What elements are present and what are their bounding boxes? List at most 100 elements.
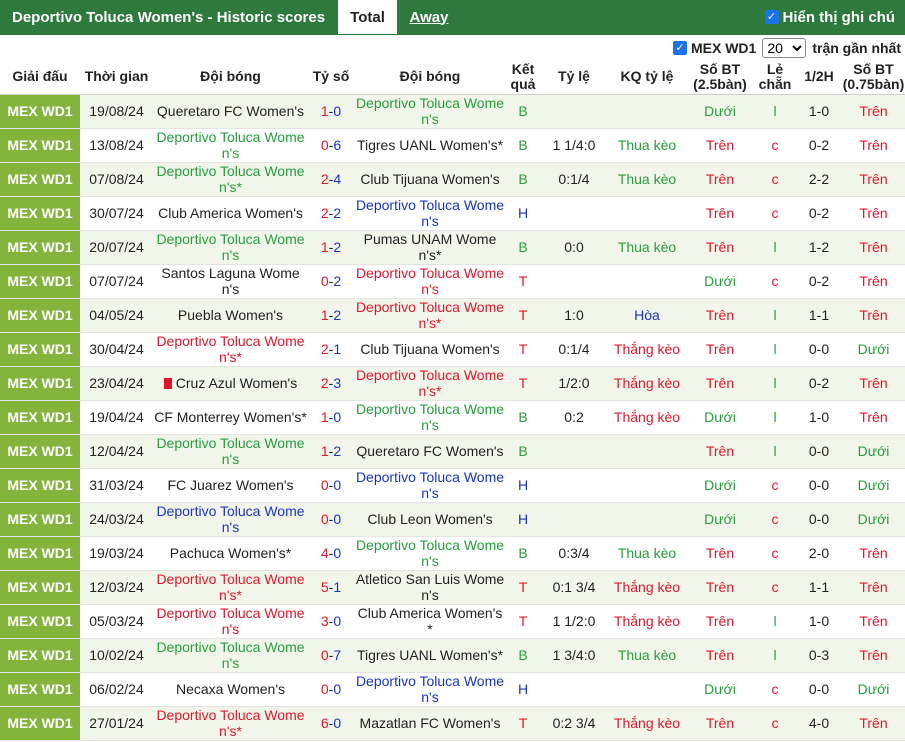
- away-team-cell[interactable]: Deportivo Toluca Women's: [354, 94, 506, 129]
- score-cell[interactable]: 2-2: [308, 196, 354, 231]
- league-cell[interactable]: MEX WD1: [0, 196, 80, 231]
- home-team-cell[interactable]: Club America Women's: [153, 196, 308, 231]
- away-team-cell[interactable]: Pumas UNAM Women's*: [354, 230, 506, 265]
- league-cell[interactable]: MEX WD1: [0, 332, 80, 367]
- table-row[interactable]: MEX WD1 12/04/24 Deportivo Toluca Women's 1…: [0, 434, 905, 469]
- league-cell[interactable]: MEX WD1: [0, 298, 80, 333]
- home-team-name[interactable]: Deportivo Toluca Women's*: [156, 333, 304, 365]
- home-team-cell[interactable]: Puebla Women's: [153, 298, 308, 333]
- table-row[interactable]: MEX WD1 19/08/24 Queretaro FC Women's 1-0 De…: [0, 94, 905, 129]
- away-team-cell[interactable]: Club Tijuana Women's: [354, 332, 506, 367]
- table-row[interactable]: MEX WD1 19/04/24 CF Monterrey Women's* 1-0 D…: [0, 400, 905, 435]
- home-team-cell[interactable]: Deportivo Toluca Women's: [153, 604, 308, 639]
- away-team-cell[interactable]: Deportivo Toluca Women's*: [354, 298, 506, 333]
- show-notes-toggle[interactable]: ✓ Hiển thị ghi chú: [764, 0, 895, 34]
- table-row[interactable]: MEX WD1 19/03/24 Pachuca Women's* 4-0 Deport…: [0, 536, 905, 571]
- away-team-cell[interactable]: Mazatlan FC Women's: [354, 706, 506, 741]
- home-team-name[interactable]: Deportivo Toluca Women's*: [156, 571, 304, 603]
- table-row[interactable]: MEX WD1 12/03/24 Deportivo Toluca Women's*…: [0, 570, 905, 605]
- home-team-name[interactable]: Deportivo Toluca Women's: [156, 129, 304, 161]
- league-cell[interactable]: MEX WD1: [0, 604, 80, 639]
- table-row[interactable]: MEX WD1 23/04/24 Cruz Azul Women's 2-3 Depor…: [0, 366, 905, 401]
- away-team-cell[interactable]: Tigres UANL Women's*: [354, 638, 506, 673]
- away-team-cell[interactable]: Deportivo Toluca Women's: [354, 400, 506, 435]
- table-row[interactable]: MEX WD1 30/04/24 Deportivo Toluca Women's*…: [0, 332, 905, 367]
- league-cell[interactable]: MEX WD1: [0, 706, 80, 741]
- away-team-cell[interactable]: Deportivo Toluca Women's: [354, 264, 506, 299]
- checkbox-checked-icon[interactable]: ✓: [764, 10, 779, 24]
- league-cell[interactable]: MEX WD1: [0, 366, 80, 401]
- home-team-name[interactable]: Deportivo Toluca Women's: [156, 435, 304, 467]
- score-cell[interactable]: 3-0: [308, 604, 354, 639]
- away-team-cell[interactable]: Queretaro FC Women's: [354, 434, 506, 469]
- home-team-cell[interactable]: Pachuca Women's*: [153, 536, 308, 571]
- home-team-name[interactable]: Deportivo Toluca Women's: [156, 605, 304, 637]
- league-cell[interactable]: MEX WD1: [0, 400, 80, 435]
- table-row[interactable]: MEX WD1 04/05/24 Puebla Women's 1-2 Deportiv…: [0, 298, 905, 333]
- score-cell[interactable]: 1-0: [308, 94, 354, 129]
- score-cell[interactable]: 1-2: [308, 298, 354, 333]
- table-row[interactable]: MEX WD1 10/02/24 Deportivo Toluca Women's 0…: [0, 638, 905, 673]
- score-cell[interactable]: 1-0: [308, 400, 354, 435]
- away-team-cell[interactable]: Deportivo Toluca Women's: [354, 468, 506, 503]
- home-team-cell[interactable]: Deportivo Toluca Women's: [153, 128, 308, 163]
- home-team-cell[interactable]: Queretaro FC Women's: [153, 94, 308, 129]
- table-row[interactable]: MEX WD1 31/03/24 FC Juarez Women's 0-0 Depor…: [0, 468, 905, 503]
- home-team-name[interactable]: Deportivo Toluca Women's*: [156, 163, 304, 195]
- home-team-name[interactable]: Deportivo Toluca Women's*: [156, 707, 304, 739]
- home-team-cell[interactable]: Necaxa Women's: [153, 672, 308, 707]
- home-team-cell[interactable]: Deportivo Toluca Women's: [153, 502, 308, 537]
- away-team-cell[interactable]: Deportivo Toluca Women's: [354, 672, 506, 707]
- home-team-cell[interactable]: Deportivo Toluca Women's*: [153, 570, 308, 605]
- match-count-select[interactable]: 20: [762, 37, 807, 58]
- checkbox-checked-icon[interactable]: ✓: [672, 40, 687, 55]
- score-cell[interactable]: 4-0: [308, 536, 354, 571]
- home-team-name[interactable]: Queretaro FC Women's: [157, 103, 304, 119]
- home-team-cell[interactable]: Deportivo Toluca Women's*: [153, 162, 308, 197]
- table-row[interactable]: MEX WD1 20/07/24 Deportivo Toluca Women's 1…: [0, 230, 905, 265]
- away-team-cell[interactable]: Deportivo Toluca Women's: [354, 536, 506, 571]
- away-team-cell[interactable]: Deportivo Toluca Women's: [354, 196, 506, 231]
- league-cell[interactable]: MEX WD1: [0, 536, 80, 571]
- league-cell[interactable]: MEX WD1: [0, 672, 80, 707]
- table-row[interactable]: MEX WD1 07/08/24 Deportivo Toluca Women's*…: [0, 162, 905, 197]
- league-cell[interactable]: MEX WD1: [0, 434, 80, 469]
- league-cell[interactable]: MEX WD1: [0, 468, 80, 503]
- score-cell[interactable]: 2-3: [308, 366, 354, 401]
- score-cell[interactable]: 0-0: [308, 672, 354, 707]
- home-team-cell[interactable]: Deportivo Toluca Women's: [153, 434, 308, 469]
- home-team-name[interactable]: CF Monterrey Women's*: [154, 409, 307, 425]
- table-row[interactable]: MEX WD1 07/07/24 Santos Laguna Women's 0-2 D…: [0, 264, 905, 299]
- league-cell[interactable]: MEX WD1: [0, 162, 80, 197]
- home-team-cell[interactable]: Deportivo Toluca Women's*: [153, 706, 308, 741]
- away-team-cell[interactable]: Deportivo Toluca Women's*: [354, 366, 506, 401]
- table-row[interactable]: MEX WD1 13/08/24 Deportivo Toluca Women's 0…: [0, 128, 905, 163]
- away-team-cell[interactable]: Club America Women's*: [354, 604, 506, 639]
- score-cell[interactable]: 2-4: [308, 162, 354, 197]
- tab-away[interactable]: Away: [397, 0, 461, 34]
- home-team-cell[interactable]: Deportivo Toluca Women's*: [153, 332, 308, 367]
- score-cell[interactable]: 0-7: [308, 638, 354, 673]
- away-team-cell[interactable]: Atletico San Luis Women's: [354, 570, 506, 605]
- league-cell[interactable]: MEX WD1: [0, 638, 80, 673]
- home-team-name[interactable]: Deportivo Toluca Women's: [156, 231, 304, 263]
- score-cell[interactable]: 2-1: [308, 332, 354, 367]
- home-team-cell[interactable]: CF Monterrey Women's*: [153, 400, 308, 435]
- home-team-name[interactable]: Deportivo Toluca Women's: [156, 639, 304, 671]
- away-team-cell[interactable]: Club Tijuana Women's: [354, 162, 506, 197]
- league-filter[interactable]: ✓ MEX WD1: [672, 40, 756, 56]
- home-team-name[interactable]: Santos Laguna Women's: [161, 265, 299, 297]
- score-cell[interactable]: 5-1: [308, 570, 354, 605]
- table-row[interactable]: MEX WD1 27/01/24 Deportivo Toluca Women's*…: [0, 706, 905, 741]
- league-cell[interactable]: MEX WD1: [0, 570, 80, 605]
- score-cell[interactable]: 1-2: [308, 230, 354, 265]
- home-team-name[interactable]: FC Juarez Women's: [167, 477, 293, 493]
- league-cell[interactable]: MEX WD1: [0, 128, 80, 163]
- home-team-name[interactable]: Puebla Women's: [178, 307, 283, 323]
- league-cell[interactable]: MEX WD1: [0, 264, 80, 299]
- home-team-cell[interactable]: FC Juarez Women's: [153, 468, 308, 503]
- table-row[interactable]: MEX WD1 06/02/24 Necaxa Women's 0-0 Deportiv…: [0, 672, 905, 707]
- league-cell[interactable]: MEX WD1: [0, 230, 80, 265]
- score-cell[interactable]: 1-2: [308, 434, 354, 469]
- league-cell[interactable]: MEX WD1: [0, 94, 80, 129]
